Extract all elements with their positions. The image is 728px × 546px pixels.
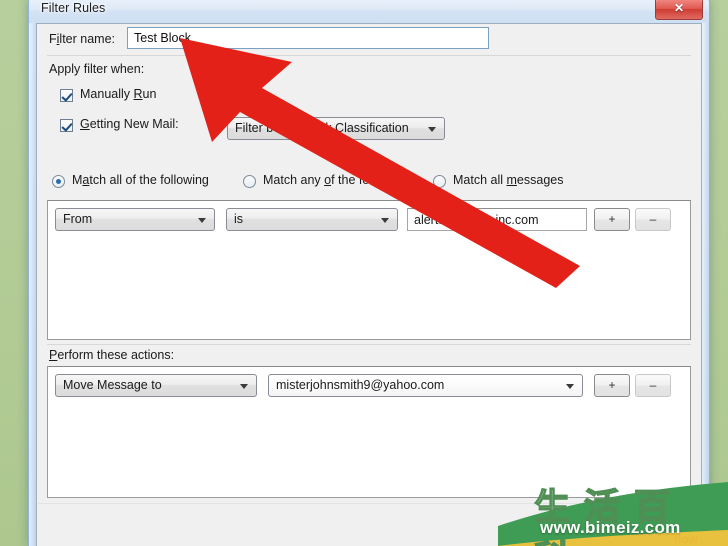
- match-mode-group: Match all of the following Match any of …: [47, 172, 691, 198]
- conditions-list-panel: From is + –: [47, 200, 691, 340]
- apply-filter-title: Apply filter when:: [49, 62, 145, 76]
- minus-icon: –: [649, 378, 657, 392]
- radio-label-match-any-following: Match any of the following: [263, 173, 408, 187]
- getting-new-mail-label: Getting New Mail:: [80, 117, 179, 131]
- actions-list-panel: Move Message to misterjohnsmith9@yahoo.c…: [47, 366, 691, 498]
- action-type-dropdown[interactable]: Move Message to: [55, 374, 257, 397]
- add-condition-button[interactable]: +: [594, 208, 630, 231]
- dialog-client-area: Filter name: Apply filter when: Manually…: [36, 23, 706, 546]
- junk-classification-dropdown[interactable]: Filter before Junk Classification: [227, 117, 445, 140]
- remove-action-button[interactable]: –: [635, 374, 671, 397]
- filter-name-row: Filter name:: [38, 24, 700, 54]
- dialog-footer: OK Cancel: [38, 503, 706, 546]
- chevron-down-icon: [381, 218, 389, 223]
- condition-operator-dropdown[interactable]: is: [226, 208, 398, 231]
- action-type-value: Move Message to: [63, 378, 162, 392]
- window-title: Filter Rules: [41, 1, 106, 15]
- condition-value-input[interactable]: [407, 208, 587, 231]
- remove-condition-button[interactable]: –: [635, 208, 671, 231]
- cancel-button-label: Cancel: [631, 540, 705, 546]
- radio-indicator-match-all-messages[interactable]: [433, 175, 446, 188]
- minus-icon: –: [649, 212, 657, 226]
- chevron-down-icon: [198, 218, 206, 223]
- filter-name-label: Filter name:: [49, 32, 116, 46]
- chevron-down-icon: [566, 384, 574, 389]
- ok-button-label: OK: [545, 540, 619, 546]
- junk-classification-value: Filter before Junk Classification: [235, 121, 409, 135]
- manually-run-checkbox[interactable]: [60, 89, 73, 102]
- close-button[interactable]: ✕: [655, 0, 703, 20]
- window-glass-edge-left: [29, 0, 36, 546]
- action-target-value: misterjohnsmith9@yahoo.com: [276, 378, 445, 392]
- add-action-button[interactable]: +: [594, 374, 630, 397]
- window-glass-edge-right: [702, 0, 709, 546]
- cancel-button[interactable]: Cancel: [630, 535, 706, 546]
- condition-field-dropdown[interactable]: From: [55, 208, 215, 231]
- manually-run-label: Manually Run: [80, 87, 157, 101]
- condition-operator-value: is: [234, 212, 244, 226]
- condition-field-value: From: [63, 212, 93, 226]
- chevron-down-icon: [428, 127, 436, 132]
- actions-separator: [47, 344, 691, 345]
- radio-indicator-match-all-following[interactable]: [52, 175, 65, 188]
- apply-filter-group: Apply filter when: Manually Run Getting …: [47, 55, 691, 163]
- plus-icon: +: [608, 212, 616, 226]
- action-target-dropdown[interactable]: misterjohnsmith9@yahoo.com: [268, 374, 583, 397]
- getting-new-mail-checkbox[interactable]: [60, 119, 73, 132]
- title-bar: Filter Rules ✕: [29, 0, 709, 23]
- plus-icon: +: [608, 378, 616, 392]
- filter-name-input[interactable]: [127, 27, 489, 49]
- actions-title: Perform these actions:: [49, 348, 175, 362]
- radio-label-match-all-messages: Match all messages: [453, 173, 564, 187]
- radio-label-match-all-following: Match all of the following: [72, 173, 209, 187]
- filter-rules-dialog: Filter Rules ✕ Filter name: Apply filter…: [28, 0, 710, 546]
- ok-button[interactable]: OK: [544, 535, 620, 546]
- chevron-down-icon: [240, 384, 248, 389]
- screenshot-root: Filter Rules ✕ Filter name: Apply filter…: [0, 0, 728, 546]
- close-icon: ✕: [673, 1, 685, 15]
- radio-indicator-match-any-following[interactable]: [243, 175, 256, 188]
